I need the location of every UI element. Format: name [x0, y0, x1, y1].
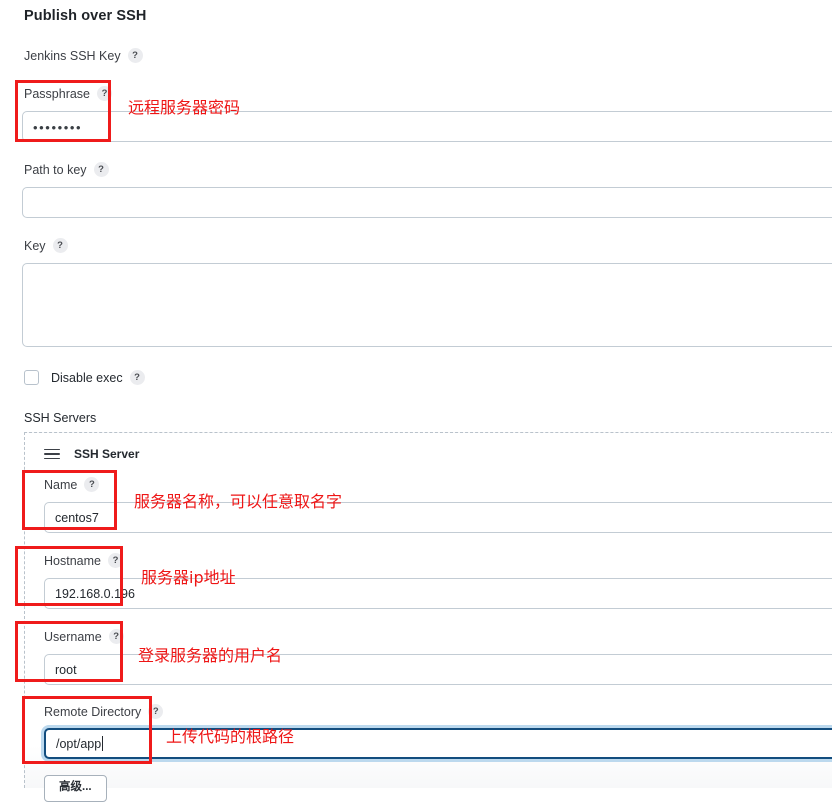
- ssh-server-panel: SSH Server Name ? centos7 Hostname ? 192…: [24, 432, 832, 802]
- hostname-label-text: Hostname: [44, 553, 101, 568]
- ssh-servers-caption: SSH Servers: [24, 411, 97, 425]
- name-input[interactable]: centos7: [44, 502, 832, 533]
- field-hostname: Hostname ? 192.168.0.196: [44, 553, 832, 609]
- username-input[interactable]: root: [44, 654, 832, 685]
- text-caret: [102, 736, 104, 751]
- hostname-value: 192.168.0.196: [55, 586, 135, 601]
- field-path-to-key: Path to key ?: [0, 162, 832, 218]
- ssh-server-header[interactable]: SSH Server: [44, 447, 139, 461]
- passphrase-label-text: Passphrase: [24, 86, 91, 101]
- key-label-text: Key: [24, 238, 46, 253]
- field-jenkins-ssh-key: Jenkins SSH Key ?: [0, 48, 832, 63]
- field-remote-directory: Remote Directory ? /opt/app: [44, 704, 832, 759]
- ssh-server-title: SSH Server: [74, 447, 140, 461]
- field-key: Key ?: [0, 238, 832, 347]
- hostname-label: Hostname ?: [44, 553, 832, 568]
- disable-exec-label: Disable exec ?: [51, 370, 145, 385]
- remote-directory-label-text: Remote Directory: [44, 704, 142, 719]
- key-label: Key ?: [24, 238, 832, 253]
- publish-over-ssh-config-screen: Publish over SSH Jenkins SSH Key ? Passp…: [0, 0, 832, 812]
- help-icon[interactable]: ?: [127, 48, 143, 63]
- remote-directory-label: Remote Directory ?: [44, 704, 832, 719]
- jenkins-ssh-key-label: Jenkins SSH Key ?: [24, 48, 832, 63]
- key-textarea[interactable]: [22, 263, 832, 347]
- passphrase-value: ••••••••: [33, 120, 83, 135]
- disable-exec-label-text: Disable exec: [51, 370, 123, 385]
- field-passphrase: Passphrase ? ••••••••: [0, 86, 832, 142]
- remote-directory-value: /opt/app: [56, 736, 102, 751]
- jenkins-ssh-key-label-text: Jenkins SSH Key: [24, 48, 121, 63]
- disable-exec-checkbox[interactable]: [24, 370, 39, 385]
- help-icon[interactable]: ?: [108, 629, 124, 644]
- passphrase-input[interactable]: ••••••••: [22, 111, 832, 142]
- username-label: Username ?: [44, 629, 832, 644]
- path-to-key-label: Path to key ?: [24, 162, 832, 177]
- help-icon[interactable]: ?: [129, 370, 145, 385]
- help-icon[interactable]: ?: [93, 162, 109, 177]
- hostname-input[interactable]: 192.168.0.196: [44, 578, 832, 609]
- username-label-text: Username: [44, 629, 102, 644]
- disable-exec-row[interactable]: Disable exec ?: [24, 370, 145, 385]
- help-icon[interactable]: ?: [107, 553, 123, 568]
- name-value: centos7: [55, 510, 99, 525]
- advanced-button[interactable]: 高级...: [44, 775, 107, 802]
- drag-handle-icon[interactable]: [44, 448, 60, 460]
- page-title: Publish over SSH: [24, 8, 147, 24]
- field-name: Name ? centos7: [44, 477, 832, 533]
- path-to-key-input[interactable]: [22, 187, 832, 218]
- passphrase-label: Passphrase ?: [24, 86, 832, 101]
- help-icon[interactable]: ?: [52, 238, 68, 253]
- path-to-key-label-text: Path to key: [24, 162, 87, 177]
- remote-directory-input[interactable]: /opt/app: [44, 728, 832, 759]
- help-icon[interactable]: ?: [84, 477, 100, 492]
- help-icon[interactable]: ?: [148, 704, 164, 719]
- name-label-text: Name: [44, 477, 78, 492]
- field-username: Username ? root: [44, 629, 832, 685]
- help-icon[interactable]: ?: [97, 86, 113, 101]
- username-value: root: [55, 662, 77, 677]
- name-label: Name ?: [44, 477, 832, 492]
